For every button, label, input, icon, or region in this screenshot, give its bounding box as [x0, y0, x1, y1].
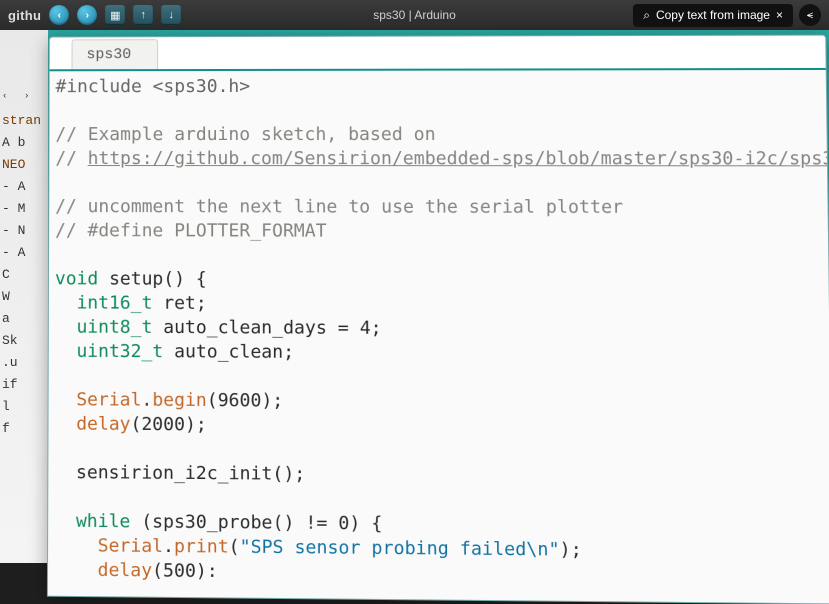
desktop-background: ‹ › stran A b NEO - A - M - N - A C W a …	[0, 30, 829, 563]
code-token: (	[152, 560, 163, 582]
browser-tab-title: githu	[8, 8, 41, 23]
bg-text-fragment: C	[2, 264, 46, 286]
code-token: ;	[371, 318, 382, 339]
download-icon[interactable]: ↓	[161, 5, 181, 25]
code-token: auto_clean_days =	[152, 317, 359, 339]
code-token: #include	[56, 76, 153, 97]
upload-icon[interactable]: ↑	[133, 5, 153, 25]
bg-nav-forward-icon: ›	[24, 85, 42, 103]
code-token: 2000	[141, 414, 185, 436]
code-token: Serial	[76, 389, 141, 411]
code-comment: //	[55, 148, 87, 169]
code-token: );	[560, 539, 582, 561]
code-token: auto_clean;	[163, 341, 294, 363]
code-comment: // #define PLOTTER_FORMAT	[55, 220, 327, 242]
new-file-icon[interactable]: ▦	[105, 5, 125, 25]
code-token: .	[141, 389, 152, 410]
code-token: sensirion_i2c_init();	[54, 462, 305, 485]
code-token	[54, 413, 76, 434]
bg-nav-back-icon: ‹	[2, 85, 20, 103]
code-token: void	[55, 268, 98, 289]
code-token: "SPS sensor probing failed\n"	[240, 536, 560, 560]
code-token: ):	[196, 560, 218, 582]
code-token: (	[229, 536, 240, 558]
code-token: print	[174, 536, 229, 558]
code-token: <sps30.h>	[153, 76, 250, 97]
code-comment-link: https://github.com/Sensirion/embedded-sp…	[88, 148, 829, 169]
camera-icon: ⌕	[643, 8, 650, 23]
code-token: );	[261, 390, 283, 411]
code-token: (	[207, 390, 218, 411]
code-token	[55, 389, 77, 410]
share-button[interactable]: ⪪	[799, 4, 821, 26]
bg-text-fragment: stran	[2, 110, 46, 132]
code-comment: // Example arduino sketch, based on	[55, 124, 435, 145]
share-icon: ⪪	[807, 9, 813, 22]
editor-tab-sps30[interactable]: sps30	[72, 39, 159, 69]
bg-text-fragment: NEO	[2, 154, 46, 176]
close-icon[interactable]: ×	[776, 8, 783, 22]
code-token: (sps30_probe() !=	[130, 511, 338, 534]
bg-text-fragment: f	[2, 418, 46, 440]
bg-text-fragment: l	[2, 396, 46, 418]
code-token: 9600	[218, 390, 262, 412]
bg-text-fragment: W	[2, 286, 46, 308]
bg-text-fragment: .u	[2, 352, 46, 374]
bg-text-fragment: - A	[2, 242, 46, 264]
os-top-bar: githu ‹ › ▦ ↑ ↓ sps30 | Arduino ⌕ Copy t…	[0, 0, 829, 30]
code-token: );	[185, 414, 207, 435]
code-editor[interactable]: #include <sps30.h> // Example arduino sk…	[48, 70, 829, 590]
code-token: setup() {	[98, 268, 207, 289]
code-token: .	[163, 536, 174, 557]
code-token: uint8_t	[76, 317, 152, 338]
code-token: ret;	[152, 293, 206, 314]
copy-text-label: Copy text from image	[656, 8, 770, 22]
code-token: ) {	[349, 513, 382, 535]
bg-text-fragment: - N	[2, 220, 46, 242]
bg-text-fragment: - A	[2, 176, 46, 198]
code-token	[55, 316, 77, 337]
code-token	[54, 535, 98, 557]
window-title: sps30 | Arduino	[373, 8, 456, 22]
code-token: int16_t	[77, 292, 153, 313]
bg-text-fragment: a	[2, 308, 46, 330]
code-comment: // uncomment the next line to use the se…	[55, 196, 623, 218]
code-token: 500	[163, 560, 196, 582]
nav-back-button[interactable]: ‹	[49, 5, 69, 25]
code-token: 0	[338, 513, 349, 535]
code-token	[54, 510, 76, 531]
code-token: uint32_t	[76, 341, 163, 363]
bg-text-fragment: A b	[2, 132, 46, 154]
code-token: delay	[76, 413, 130, 435]
code-token	[55, 341, 77, 362]
bg-text-fragment: if	[2, 374, 46, 396]
arduino-ide-window: sps30 #include <sps30.h> // Example ardu…	[47, 35, 829, 604]
bg-text-fragment: - M	[2, 198, 46, 220]
bg-text-fragment: Sk	[2, 330, 46, 352]
code-token	[55, 292, 77, 313]
code-token: begin	[152, 389, 206, 411]
editor-tab-row: sps30	[50, 36, 826, 72]
background-window-fragment: ‹ › stran A b NEO - A - M - N - A C W a …	[0, 30, 48, 563]
code-token: (	[130, 414, 141, 435]
nav-forward-button[interactable]: ›	[77, 5, 97, 25]
code-token: while	[76, 511, 130, 533]
code-token: Serial	[98, 535, 163, 557]
code-token	[54, 559, 98, 581]
code-token: 4	[360, 318, 371, 339]
copy-text-from-image-button[interactable]: ⌕ Copy text from image ×	[633, 4, 793, 27]
